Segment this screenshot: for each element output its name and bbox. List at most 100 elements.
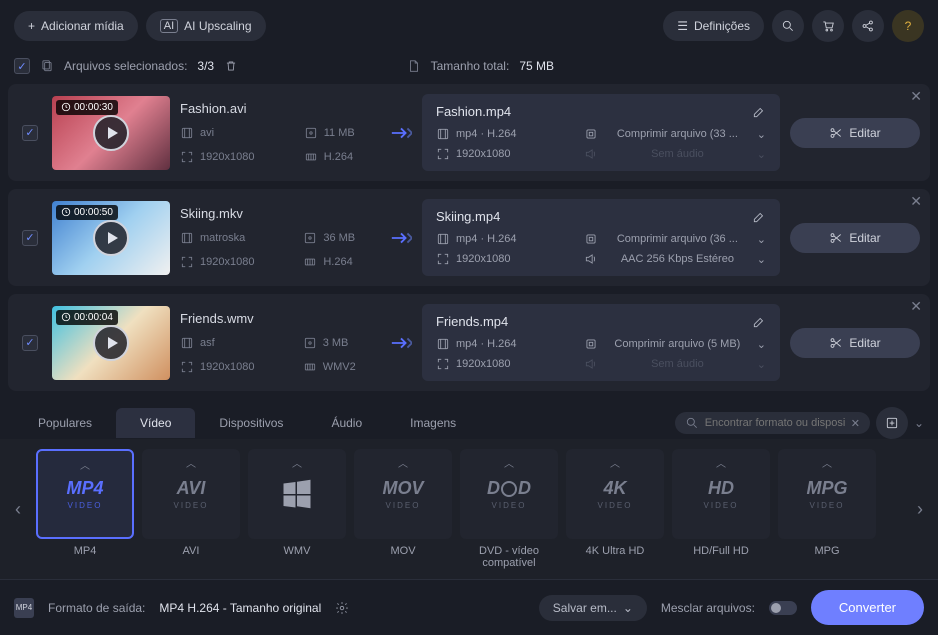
output-format-icon: MP4 — [14, 598, 34, 618]
edit-button[interactable]: Editar — [790, 328, 920, 358]
format-card[interactable]: ︿ AVIVIDEO AVI — [142, 449, 240, 569]
disk-icon — [303, 336, 317, 350]
help-icon: ? — [905, 19, 912, 33]
edit-name-icon[interactable] — [752, 210, 766, 224]
file-checkbox[interactable] — [22, 125, 38, 141]
remove-file-button[interactable]: ✕ — [910, 298, 922, 315]
format-caption: MPG — [778, 545, 876, 557]
compress-dropdown[interactable]: Comprimir arquivo (5 MB)⌄ — [584, 337, 766, 351]
chevron-up-icon: ︿ — [716, 455, 726, 470]
settings-button[interactable]: ☰ Definições — [663, 11, 764, 41]
format-box: ︿ — [248, 449, 346, 539]
codec-icon — [303, 360, 317, 374]
add-format-button[interactable] — [876, 407, 908, 439]
trash-icon[interactable] — [224, 59, 238, 73]
scroll-left-button[interactable]: ‹ — [8, 499, 28, 520]
remove-file-button[interactable]: ✕ — [910, 193, 922, 210]
format-card[interactable]: ︿ MP4VIDEO MP4 — [36, 449, 134, 569]
tab-video[interactable]: Vídeo — [116, 408, 195, 438]
chevron-up-icon: ︿ — [292, 455, 302, 470]
audio-value: AAC 256 Kbps Estéreo — [621, 253, 734, 265]
search-button[interactable] — [772, 10, 804, 42]
format-card[interactable]: ︿ HDVIDEO HD/Full HD — [672, 449, 770, 569]
edit-label: Editar — [849, 336, 880, 350]
cart-icon — [821, 19, 835, 33]
film-icon — [180, 126, 194, 140]
select-all-checkbox[interactable] — [14, 58, 30, 74]
expand-icon — [180, 360, 194, 374]
merge-toggle[interactable] — [769, 601, 797, 615]
chevron-down-icon[interactable]: ⌄ — [914, 416, 924, 430]
film-icon — [436, 337, 450, 351]
film-icon — [436, 232, 450, 246]
convert-button[interactable]: Converter — [811, 590, 924, 625]
format-search-input[interactable] — [705, 417, 845, 429]
edit-name-icon[interactable] — [752, 105, 766, 119]
remove-file-button[interactable]: ✕ — [910, 88, 922, 105]
output-panel: Friends.mp4 mp4 · H.264 Comprimir arquiv… — [422, 304, 780, 381]
container-value: matroska — [180, 231, 279, 245]
edit-button[interactable]: Editar — [790, 118, 920, 148]
save-location-dropdown[interactable]: Salvar em... ⌄ — [539, 595, 647, 621]
codec-value: H.264 — [303, 255, 380, 269]
source-info: Friends.wmv asf 3 MB 1920x1080 WMV2 — [180, 311, 380, 374]
play-button[interactable] — [93, 220, 129, 256]
compress-dropdown[interactable]: Comprimir arquivo (33 ...⌄ — [584, 127, 766, 141]
format-sub-label: VIDEO — [174, 501, 209, 510]
speaker-icon — [584, 357, 598, 371]
help-button[interactable]: ? — [892, 10, 924, 42]
tab-audio[interactable]: Áudio — [307, 408, 386, 438]
format-card[interactable]: ︿ DDVIDEO DVD - vídeo compatível — [460, 449, 558, 569]
source-filename: Skiing.mkv — [180, 206, 380, 221]
codec-value: WMV2 — [303, 360, 380, 374]
save-in-label: Salvar em... — [553, 601, 617, 615]
format-search[interactable]: ✕ — [675, 412, 870, 434]
format-card[interactable]: ︿ WMV — [248, 449, 346, 569]
file-checkbox[interactable] — [22, 230, 38, 246]
output-format-value: mp4 · H.264 — [456, 233, 517, 245]
file-icon — [407, 59, 421, 73]
edit-button[interactable]: Editar — [790, 223, 920, 253]
tab-popular[interactable]: Populares — [14, 408, 116, 438]
gear-icon[interactable] — [335, 601, 349, 615]
thumbnail: 00:00:50 — [52, 201, 170, 275]
audio-dropdown[interactable]: Sem áudio⌄ — [584, 357, 766, 371]
share-button[interactable] — [852, 10, 884, 42]
format-card[interactable]: ︿ MPGVIDEO MPG — [778, 449, 876, 569]
scroll-right-button[interactable]: › — [910, 499, 930, 520]
cart-button[interactable] — [812, 10, 844, 42]
chevron-up-icon: ︿ — [822, 455, 832, 470]
format-card[interactable]: ︿ MOVVIDEO MOV — [354, 449, 452, 569]
merge-label: Mesclar arquivos: — [661, 601, 755, 615]
format-box: ︿ MOVVIDEO — [354, 449, 452, 539]
expand-icon — [180, 150, 194, 164]
tab-images[interactable]: Imagens — [386, 408, 480, 438]
chevron-down-icon: ⌄ — [757, 338, 766, 351]
scissors-icon — [829, 231, 843, 245]
audio-dropdown[interactable]: AAC 256 Kbps Estéreo⌄ — [584, 252, 766, 266]
play-button[interactable] — [93, 325, 129, 361]
plus-icon: + — [28, 19, 35, 33]
compress-dropdown[interactable]: Comprimir arquivo (36 ...⌄ — [584, 232, 766, 246]
edit-name-icon[interactable] — [752, 315, 766, 329]
duration-badge: 00:00:04 — [56, 310, 118, 325]
chevron-up-icon: ︿ — [398, 455, 408, 470]
output-resolution-value: 1920x1080 — [456, 253, 510, 265]
sliders-icon: ☰ — [677, 19, 688, 33]
format-box: ︿ DDVIDEO — [460, 449, 558, 539]
format-card[interactable]: ︿ 4KVIDEO 4K Ultra HD — [566, 449, 664, 569]
add-media-label: Adicionar mídia — [41, 19, 124, 33]
selection-bar: Arquivos selecionados: 3/3 Tamanho total… — [0, 52, 938, 84]
ai-upscaling-button[interactable]: AI AI Upscaling — [146, 11, 266, 41]
audio-dropdown[interactable]: Sem áudio⌄ — [584, 147, 766, 161]
file-checkbox[interactable] — [22, 335, 38, 351]
format-box: ︿ 4KVIDEO — [566, 449, 664, 539]
play-button[interactable] — [93, 115, 129, 151]
format-big-label: DD — [487, 478, 531, 499]
add-media-button[interactable]: + Adicionar mídia — [14, 11, 138, 41]
source-filename: Friends.wmv — [180, 311, 380, 326]
tab-devices[interactable]: Dispositivos — [195, 408, 307, 438]
chevron-down-icon: ⌄ — [757, 233, 766, 246]
clear-icon[interactable]: ✕ — [851, 417, 860, 430]
add-image-icon — [885, 416, 899, 430]
